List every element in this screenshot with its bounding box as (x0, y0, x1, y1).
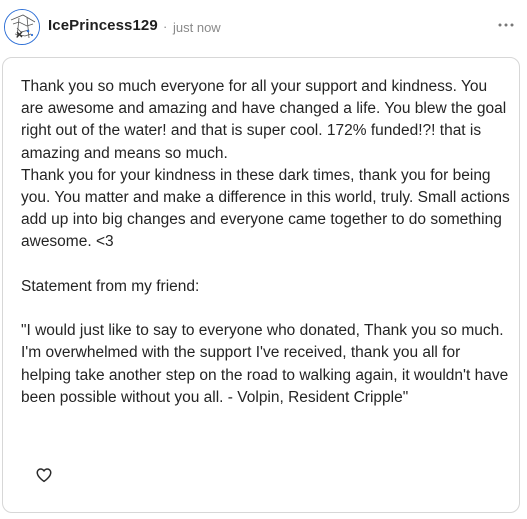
avatar-illustration (5, 10, 39, 44)
post-paragraph (21, 298, 511, 320)
post-paragraph (21, 254, 511, 276)
post-paragraph: Statement from my friend: (21, 277, 200, 295)
post-paragraph: Thank you for your kindness in these dar… (21, 166, 515, 251)
meta-separator: · (163, 19, 168, 34)
post-header: IcePrincess129 · just now (0, 0, 527, 56)
post-card: Thank you so much everyone for all your … (2, 57, 520, 513)
post-timestamp: just now (173, 20, 221, 35)
post-paragraph: "I would just like to say to everyone wh… (21, 322, 513, 406)
post-body: Thank you so much everyone for all your … (21, 76, 511, 409)
avatar[interactable] (4, 9, 40, 45)
heart-icon[interactable] (35, 466, 53, 484)
more-options-icon[interactable] (495, 17, 517, 31)
author-name[interactable]: IcePrincess129 (48, 17, 158, 34)
post-paragraph: Thank you so much everyone for all your … (21, 78, 511, 162)
